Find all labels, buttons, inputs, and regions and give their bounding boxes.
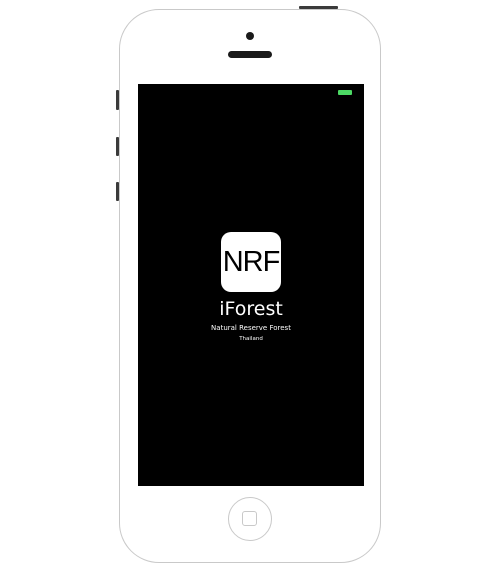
earpiece-speaker	[228, 51, 272, 58]
power-button[interactable]	[299, 6, 338, 9]
phone-screen: NRF iForest Natural Reserve Forest Thail…	[138, 84, 364, 486]
mockup-stage: NRF iForest Natural Reserve Forest Thail…	[0, 0, 500, 568]
battery-icon	[338, 90, 352, 95]
volume-down-button[interactable]	[116, 182, 119, 201]
app-logo: NRF	[221, 232, 281, 292]
app-title: iForest	[219, 298, 283, 320]
mute-switch[interactable]	[116, 90, 119, 110]
app-logo-text: NRF	[222, 245, 281, 278]
volume-up-button[interactable]	[116, 137, 119, 156]
home-button[interactable]	[228, 497, 272, 541]
home-square-icon	[242, 511, 257, 526]
front-camera	[246, 32, 254, 40]
app-country: Thailand	[239, 336, 263, 342]
app-subtitle: Natural Reserve Forest	[211, 324, 291, 332]
